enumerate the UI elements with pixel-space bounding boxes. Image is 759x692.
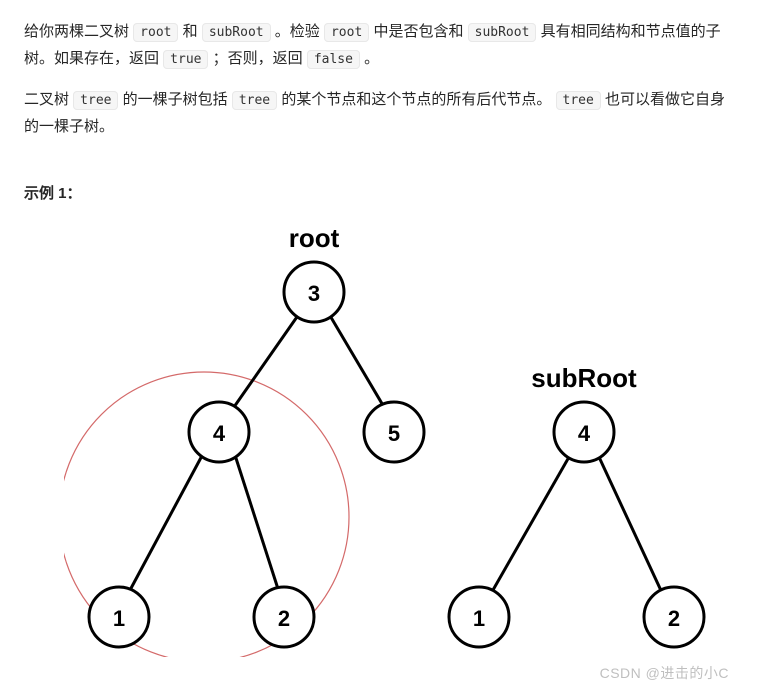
text-segment: ；否则，返回 (213, 50, 307, 67)
svg-text:4: 4 (213, 421, 226, 446)
svg-text:4: 4 (578, 421, 591, 446)
text-segment: 二叉树 (24, 91, 73, 108)
tree-diagram: root 3 4 5 1 2 subRoot (64, 217, 735, 666)
edge (329, 314, 384, 407)
svg-text:2: 2 (278, 606, 290, 631)
subtree-node-1: 1 (449, 587, 509, 647)
text-segment: 中是否包含和 (373, 23, 467, 40)
tree-node-5: 5 (364, 402, 424, 462)
problem-paragraph-2: 二叉树 tree 的一棵子树包括 tree 的某个节点和这个节点的所有后代节点。… (24, 86, 735, 140)
code-tree: tree (232, 91, 277, 110)
text-segment: 和 (183, 23, 202, 40)
svg-text:1: 1 (473, 606, 485, 631)
problem-paragraph-1: 给你两棵二叉树 root 和 subRoot 。检验 root 中是否包含和 s… (24, 18, 735, 72)
edge (129, 452, 204, 592)
tree-node-4: 4 (189, 402, 249, 462)
text-segment: 的一棵子树包括 (123, 91, 232, 108)
root-label: root (289, 223, 340, 253)
svg-text:5: 5 (388, 421, 400, 446)
svg-text:3: 3 (308, 281, 320, 306)
tree-node-1: 1 (89, 587, 149, 647)
tree-node-2: 2 (254, 587, 314, 647)
text-segment: 。检验 (275, 23, 324, 40)
tree-node-3: 3 (284, 262, 344, 322)
text-segment: 。 (364, 50, 379, 67)
text-segment: 给你两棵二叉树 (24, 23, 133, 40)
edge (234, 314, 299, 407)
code-subroot: subRoot (202, 23, 271, 42)
text-segment: 的某个节点和这个节点的所有后代节点。 (281, 91, 551, 108)
code-root: root (133, 23, 178, 42)
code-tree: tree (73, 91, 118, 110)
svg-text:1: 1 (113, 606, 125, 631)
edge (489, 457, 569, 597)
edge (234, 452, 279, 592)
watermark: CSDN @进击的小C (600, 661, 729, 686)
subtree-node-4: 4 (554, 402, 614, 462)
code-false: false (307, 50, 360, 69)
subroot-label: subRoot (531, 363, 637, 393)
subtree-node-2: 2 (644, 587, 704, 647)
svg-text:2: 2 (668, 606, 680, 631)
code-root: root (324, 23, 369, 42)
code-subroot: subRoot (468, 23, 537, 42)
edge (599, 457, 664, 597)
code-tree: tree (556, 91, 601, 110)
tree-svg: root 3 4 5 1 2 subRoot (64, 217, 724, 657)
example-1-label: 示例 1： (24, 180, 735, 207)
code-true: true (163, 50, 208, 69)
